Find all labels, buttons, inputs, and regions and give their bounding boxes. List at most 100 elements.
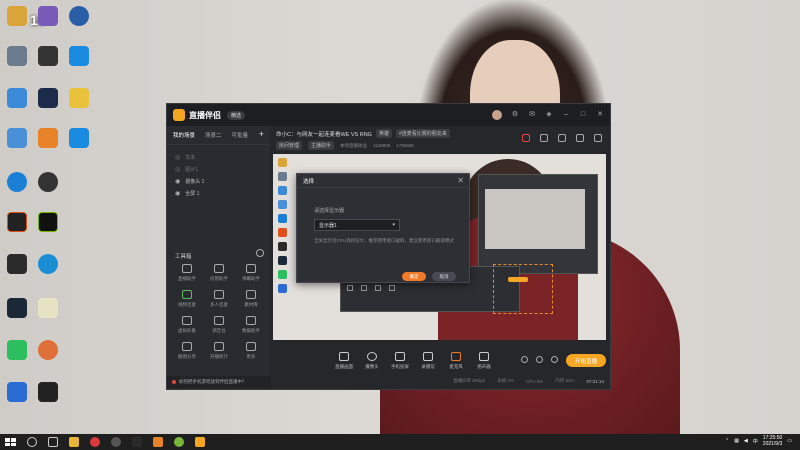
extra-controls [521,356,558,363]
source-item[interactable]: ◎ 文本 [167,151,270,163]
settings-icon[interactable]: ⚙ [511,111,519,119]
copy-icon[interactable] [576,134,584,142]
tool-item[interactable]: 房管助手 [203,264,235,282]
volume-icon[interactable]: ◀ [744,438,748,444]
anchor-helper-button[interactable]: 主播助手 [308,141,335,150]
search-icon[interactable] [27,437,37,447]
close-icon[interactable]: ✕ [457,176,464,185]
clock[interactable]: 17:25:50 2021/9/3 [763,435,782,447]
ok-button[interactable]: 确定 [402,272,426,281]
desktop-icon[interactable] [17,298,79,320]
dialog-hint: 全屏显示对CPU消耗较大，推荐使用窗口截取，建议使用窗口截取模式 [314,238,454,243]
scene-picture-button[interactable]: 直播画面 [330,352,358,370]
eye-icon[interactable]: ◉ [175,178,180,185]
camera-switch-icon[interactable] [521,356,528,363]
source-label: 图片1 [185,166,199,173]
tool-item[interactable]: 多人连麦 [203,290,235,308]
tool-item[interactable]: 截图分享 [171,342,203,360]
desktop-icon[interactable] [17,340,79,362]
network-icon[interactable]: ▦ [734,438,739,444]
avatar[interactable] [492,110,502,120]
message-icon[interactable]: ✉ [528,111,536,119]
room-title[interactable]: 命小C：与网友一起连麦看WE VS RNG [276,130,372,138]
eye-icon[interactable]: ◎ [175,154,180,161]
phone-cast-button[interactable]: 手机投屏 [386,352,414,370]
nvidia-icon [38,212,58,232]
obs-icon [38,172,58,192]
room-extra[interactable]: #连麦看比赛的朋友来 [395,129,450,138]
desktop-icon[interactable] [48,128,110,150]
windows-start-icon[interactable] [2,435,16,449]
desktop-icon[interactable] [17,382,79,404]
minimize-icon[interactable]: – [562,111,570,119]
app-icon[interactable] [153,437,163,447]
room-manage-button[interactable]: 房间管理 [276,141,303,150]
app-icon [38,254,58,274]
source-item[interactable]: ◎ 图片1 [167,163,270,175]
tool-item[interactable]: 开播统计 [203,342,235,360]
tool-item[interactable]: 调音台 [203,316,235,334]
share-icon[interactable] [594,134,602,142]
screenshot-icon[interactable] [558,134,566,142]
add-scene-icon[interactable]: + [259,129,264,139]
help-tip[interactable]: 如何把手机游戏放到伴侣直播中？ [167,376,270,388]
preview-live-button [508,277,528,282]
income-label: 本场直播收益 [340,142,368,148]
eye-icon[interactable]: ◉ [175,190,180,197]
desktop-icon[interactable] [17,254,79,276]
language-icon[interactable]: 中 [753,438,758,445]
tool-item[interactable]: 直播助手 [171,264,203,282]
live-timer: 07:21:14 [586,378,604,384]
desktop-icon[interactable] [17,212,79,234]
cpu-status: CPU 9% [525,378,544,384]
speaker-button[interactable]: 扬声器 [470,352,498,370]
tool-item[interactable]: 素材库 [235,290,267,308]
app-icon[interactable] [132,437,142,447]
app-icon[interactable] [174,437,184,447]
tab-scene-two[interactable]: 场景二 [205,131,222,139]
source-item[interactable]: ◉ 全屏 1 [167,187,270,199]
refresh-icon[interactable] [256,249,264,257]
tool-item[interactable]: 虚拟形象 [171,316,203,334]
display-select[interactable]: 显示器1 ▾ [314,219,400,231]
start-live-button[interactable]: 开始直播 [566,354,606,367]
eye-icon[interactable] [536,356,543,363]
tool-icon [246,316,256,325]
tray-chevron-icon[interactable]: ⌃ [725,438,729,444]
desktop-icon[interactable] [48,46,110,68]
lock-icon[interactable] [540,134,548,142]
microphone-button[interactable]: 麦克风 [442,352,470,370]
tool-icon [182,342,192,351]
tools-title: 工具箱 [175,254,192,260]
room-tag[interactable]: 英雄 [375,129,392,138]
source-item[interactable]: ◉ 摄像头 1 [167,175,270,187]
eye-icon[interactable]: ◎ [175,166,180,173]
skin-icon[interactable]: ◈ [545,111,553,119]
app-icon[interactable] [111,437,121,447]
recording-button[interactable]: 录播馆 [414,352,442,370]
companion-taskbar-icon[interactable] [195,437,205,447]
settings-icon[interactable] [551,356,558,363]
maximize-icon[interactable]: □ [579,111,587,119]
desktop-icon[interactable] [48,88,110,110]
record-icon[interactable] [522,134,530,142]
tool-item[interactable]: 数据助手 [235,316,267,334]
tab-my-scene[interactable]: 我的场景 [173,131,195,139]
chrome-icon[interactable] [69,437,79,447]
notification-icon[interactable]: ▭ [787,438,792,444]
cancel-button[interactable]: 取消 [432,272,456,281]
infobar-icons [522,134,602,142]
app-icon[interactable] [90,437,100,447]
desktop-icon[interactable] [48,6,110,28]
badge-button[interactable]: 精选 [227,110,246,120]
camera-button[interactable]: 摄像头 [358,352,386,370]
tool-item[interactable]: 弹幕助手 [235,264,267,282]
tool-icon [214,316,224,325]
preview-selection-box [493,264,553,314]
desktop-icon[interactable] [17,172,79,194]
close-icon[interactable]: ✕ [596,111,604,119]
task-view-icon[interactable] [48,437,58,447]
tab-batch[interactable]: 可批量 [232,131,249,139]
tool-item[interactable]: 视频连麦 [171,290,203,308]
tool-item[interactable]: 更多 [235,342,267,360]
